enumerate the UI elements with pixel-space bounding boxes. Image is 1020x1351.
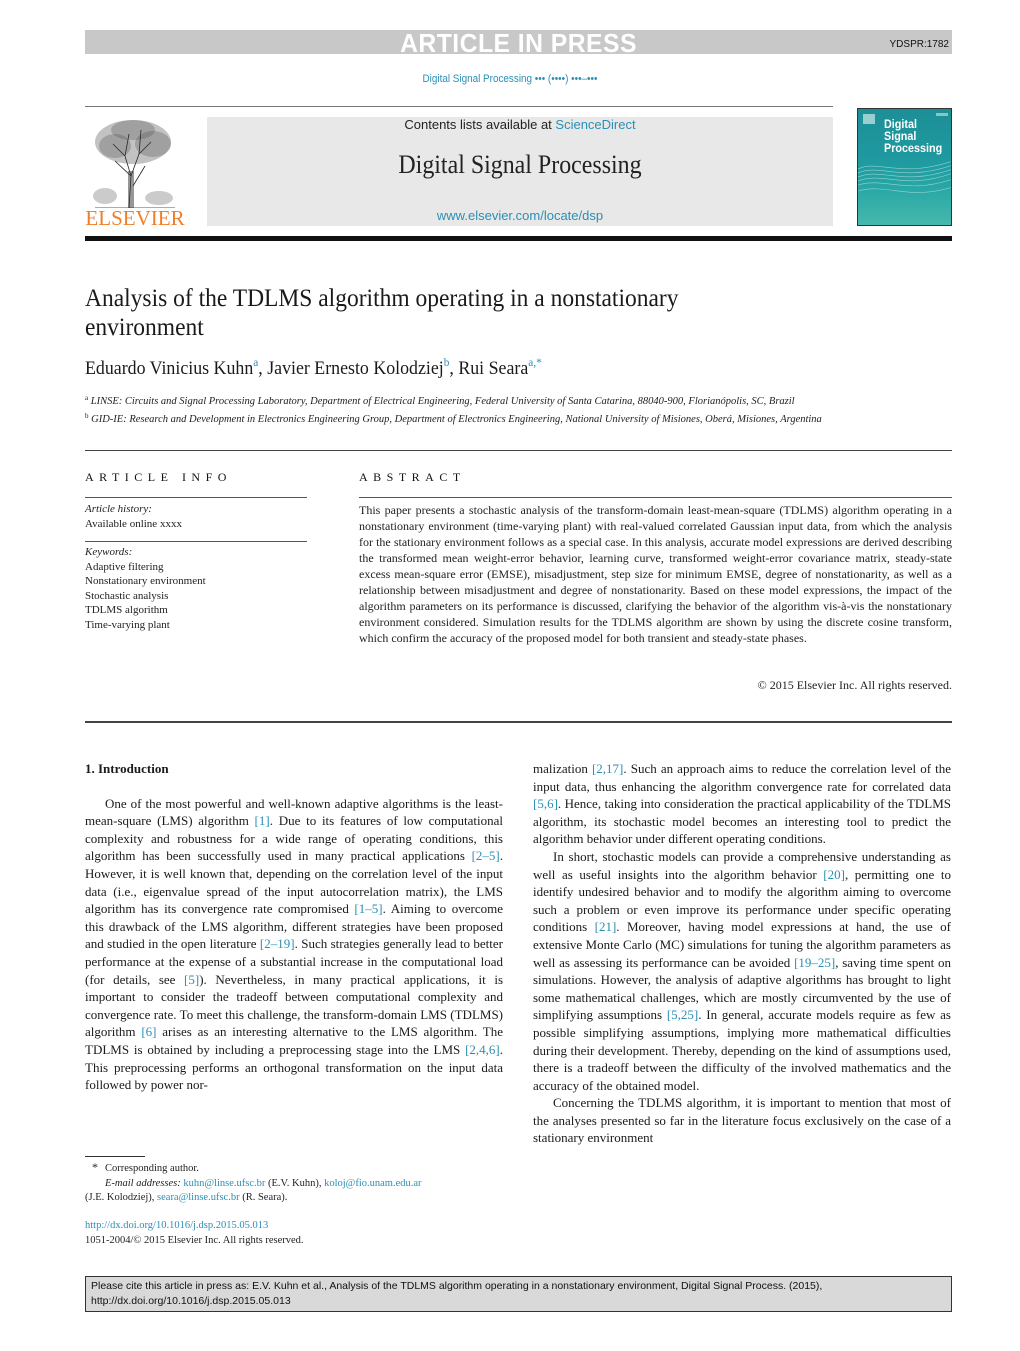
- citation-link[interactable]: [5,6]: [533, 796, 558, 811]
- document-id: YDSPR:1782: [889, 39, 949, 50]
- email-addresses-cont: (J.E. Kolodziej), seara@linse.ufsc.br (R…: [85, 1192, 288, 1203]
- corresponding-author-note: * Corresponding author.: [85, 1160, 505, 1177]
- email-link[interactable]: seara@linse.ufsc.br: [157, 1192, 240, 1203]
- email-addresses: E-mail addresses: kuhn@linse.ufsc.br (E.…: [105, 1177, 422, 1189]
- citation-link[interactable]: [2–5]: [472, 848, 500, 863]
- citation-text: Please cite this article in press as: E.…: [91, 1280, 823, 1292]
- citation-link[interactable]: [1]: [255, 813, 270, 828]
- abstract-text: This paper presents a stochastic analysi…: [359, 503, 952, 645]
- history-label: Article history:: [85, 503, 152, 515]
- keyword-item: Adaptive filtering: [85, 560, 164, 573]
- email-link[interactable]: kuhn@linse.ufsc.br: [183, 1178, 265, 1189]
- citation-box: Please cite this article in press as: E.…: [85, 1276, 952, 1312]
- body-column-left: 1. Introduction One of the most powerful…: [85, 760, 503, 1094]
- abstract-heading: ABSTRACT: [359, 470, 466, 484]
- elsevier-wordmark: ELSEVIER: [85, 206, 185, 230]
- cover-title: Digital Signal Processing: [884, 117, 943, 155]
- keywords: Keywords: Adaptive filtering Nonstationa…: [85, 545, 315, 632]
- citation-doi[interactable]: http://dx.doi.org/10.1016/j.dsp.2015.05.…: [91, 1294, 946, 1309]
- footnotes: * Corresponding author. E-mail addresses:…: [85, 1160, 505, 1206]
- keywords-label: Keywords:: [85, 546, 133, 558]
- author-separator: ,: [258, 358, 268, 379]
- journal-cover-image[interactable]: Digital Signal Processing: [857, 108, 952, 226]
- citation-link[interactable]: [5,25]: [667, 1007, 698, 1022]
- citation-link[interactable]: [5]: [184, 972, 199, 987]
- body-paragraph: malization [2,17]. Such an approach aims…: [533, 761, 952, 847]
- body-column-right: malization [2,17]. Such an approach aims…: [533, 760, 951, 1147]
- journal-reference-link[interactable]: Digital Signal Processing ••• (••••) •••…: [51, 73, 969, 85]
- paper-title: Analysis of the TDLMS algorithm operatin…: [85, 285, 679, 341]
- keyword-item: TDLMS algorithm: [85, 604, 168, 616]
- abstract-copyright: © 2015 Elsevier Inc. All rights reserved…: [757, 678, 952, 692]
- citation-link[interactable]: [2–19]: [260, 936, 295, 951]
- keyword-item: Nonstationary environment: [85, 575, 206, 587]
- body-paragraph: In short, stochastic models can provide …: [533, 848, 951, 1093]
- citation-link[interactable]: [21]: [595, 919, 617, 934]
- contents-prefix: Contents lists available at: [404, 117, 556, 132]
- masthead-box: Contents lists available at ScienceDirec…: [207, 117, 833, 226]
- contents-availability: Contents lists available at ScienceDirec…: [207, 117, 833, 132]
- article-history: Article history: Available online xxxx: [85, 502, 315, 531]
- masthead-bottom-rule: [85, 236, 952, 241]
- issn-copyright: 1051-2004/© 2015 Elsevier Inc. All right…: [85, 1234, 304, 1246]
- abstract-rule: [359, 497, 952, 498]
- citation-link[interactable]: [19–25]: [794, 955, 835, 970]
- doi-link[interactable]: http://dx.doi.org/10.1016/j.dsp.2015.05.…: [85, 1220, 268, 1231]
- article-in-press-banner: ARTICLE IN PRESS YDSPR:1782: [85, 28, 952, 58]
- article-info-heading: ARTICLE INFO: [85, 470, 232, 484]
- email-label: E-mail addresses:: [105, 1177, 181, 1189]
- citation-link[interactable]: [2,17]: [592, 761, 623, 776]
- history-value: Available online xxxx: [85, 517, 182, 530]
- author-name[interactable]: Eduardo Vinicius Kuhn: [85, 358, 253, 379]
- author-list: Eduardo Vinicius Kuhna, Javier Ernesto K…: [85, 355, 542, 380]
- article-in-press-label: ARTICLE IN PRESS: [400, 28, 637, 58]
- author-separator: ,: [449, 358, 459, 379]
- section-title: 1. Introduction: [85, 761, 169, 776]
- keywords-rule: [85, 541, 307, 542]
- affiliations: a LINSE: Circuits and Signal Processing …: [85, 391, 845, 427]
- affiliation-item: b GID-IE: Research and Development in El…: [85, 412, 822, 425]
- citation-link[interactable]: [20]: [823, 867, 845, 882]
- elsevier-tree-icon: [93, 120, 175, 208]
- header-divider: [85, 450, 952, 451]
- author-name[interactable]: Javier Ernesto Kolodziej: [267, 358, 444, 379]
- masthead-top-rule: [85, 106, 833, 107]
- journal-url-link[interactable]: www.elsevier.com/locate/dsp: [207, 208, 833, 223]
- journal-title: Digital Signal Processing: [398, 150, 642, 179]
- body-paragraph: One of the most powerful and well-known …: [85, 795, 503, 1093]
- article-info-rule: [85, 497, 307, 498]
- author-name[interactable]: Rui Seara: [458, 358, 528, 379]
- affiliation-item: a LINSE: Circuits and Signal Processing …: [85, 394, 795, 407]
- author-affiliation-mark[interactable]: a,*: [528, 355, 541, 369]
- keyword-item: Time-varying plant: [85, 618, 170, 631]
- abstract-divider: [85, 721, 952, 723]
- citation-link[interactable]: [2,4,6]: [465, 1042, 500, 1057]
- citation-link[interactable]: [1–5]: [354, 901, 382, 916]
- sciencedirect-link[interactable]: ScienceDirect: [555, 117, 635, 132]
- doi-block: http://dx.doi.org/10.1016/j.dsp.2015.05.…: [85, 1219, 505, 1248]
- email-link[interactable]: koloj@fio.unam.edu.ar: [324, 1178, 421, 1189]
- footnote-rule: [85, 1156, 145, 1157]
- body-paragraph: Concerning the TDLMS algorithm, it is im…: [533, 1095, 951, 1146]
- footnote-star: *: [92, 1160, 98, 1174]
- elsevier-logo[interactable]: ELSEVIER: [85, 116, 185, 230]
- keyword-item: Stochastic analysis: [85, 589, 169, 602]
- citation-link[interactable]: [6]: [141, 1024, 156, 1039]
